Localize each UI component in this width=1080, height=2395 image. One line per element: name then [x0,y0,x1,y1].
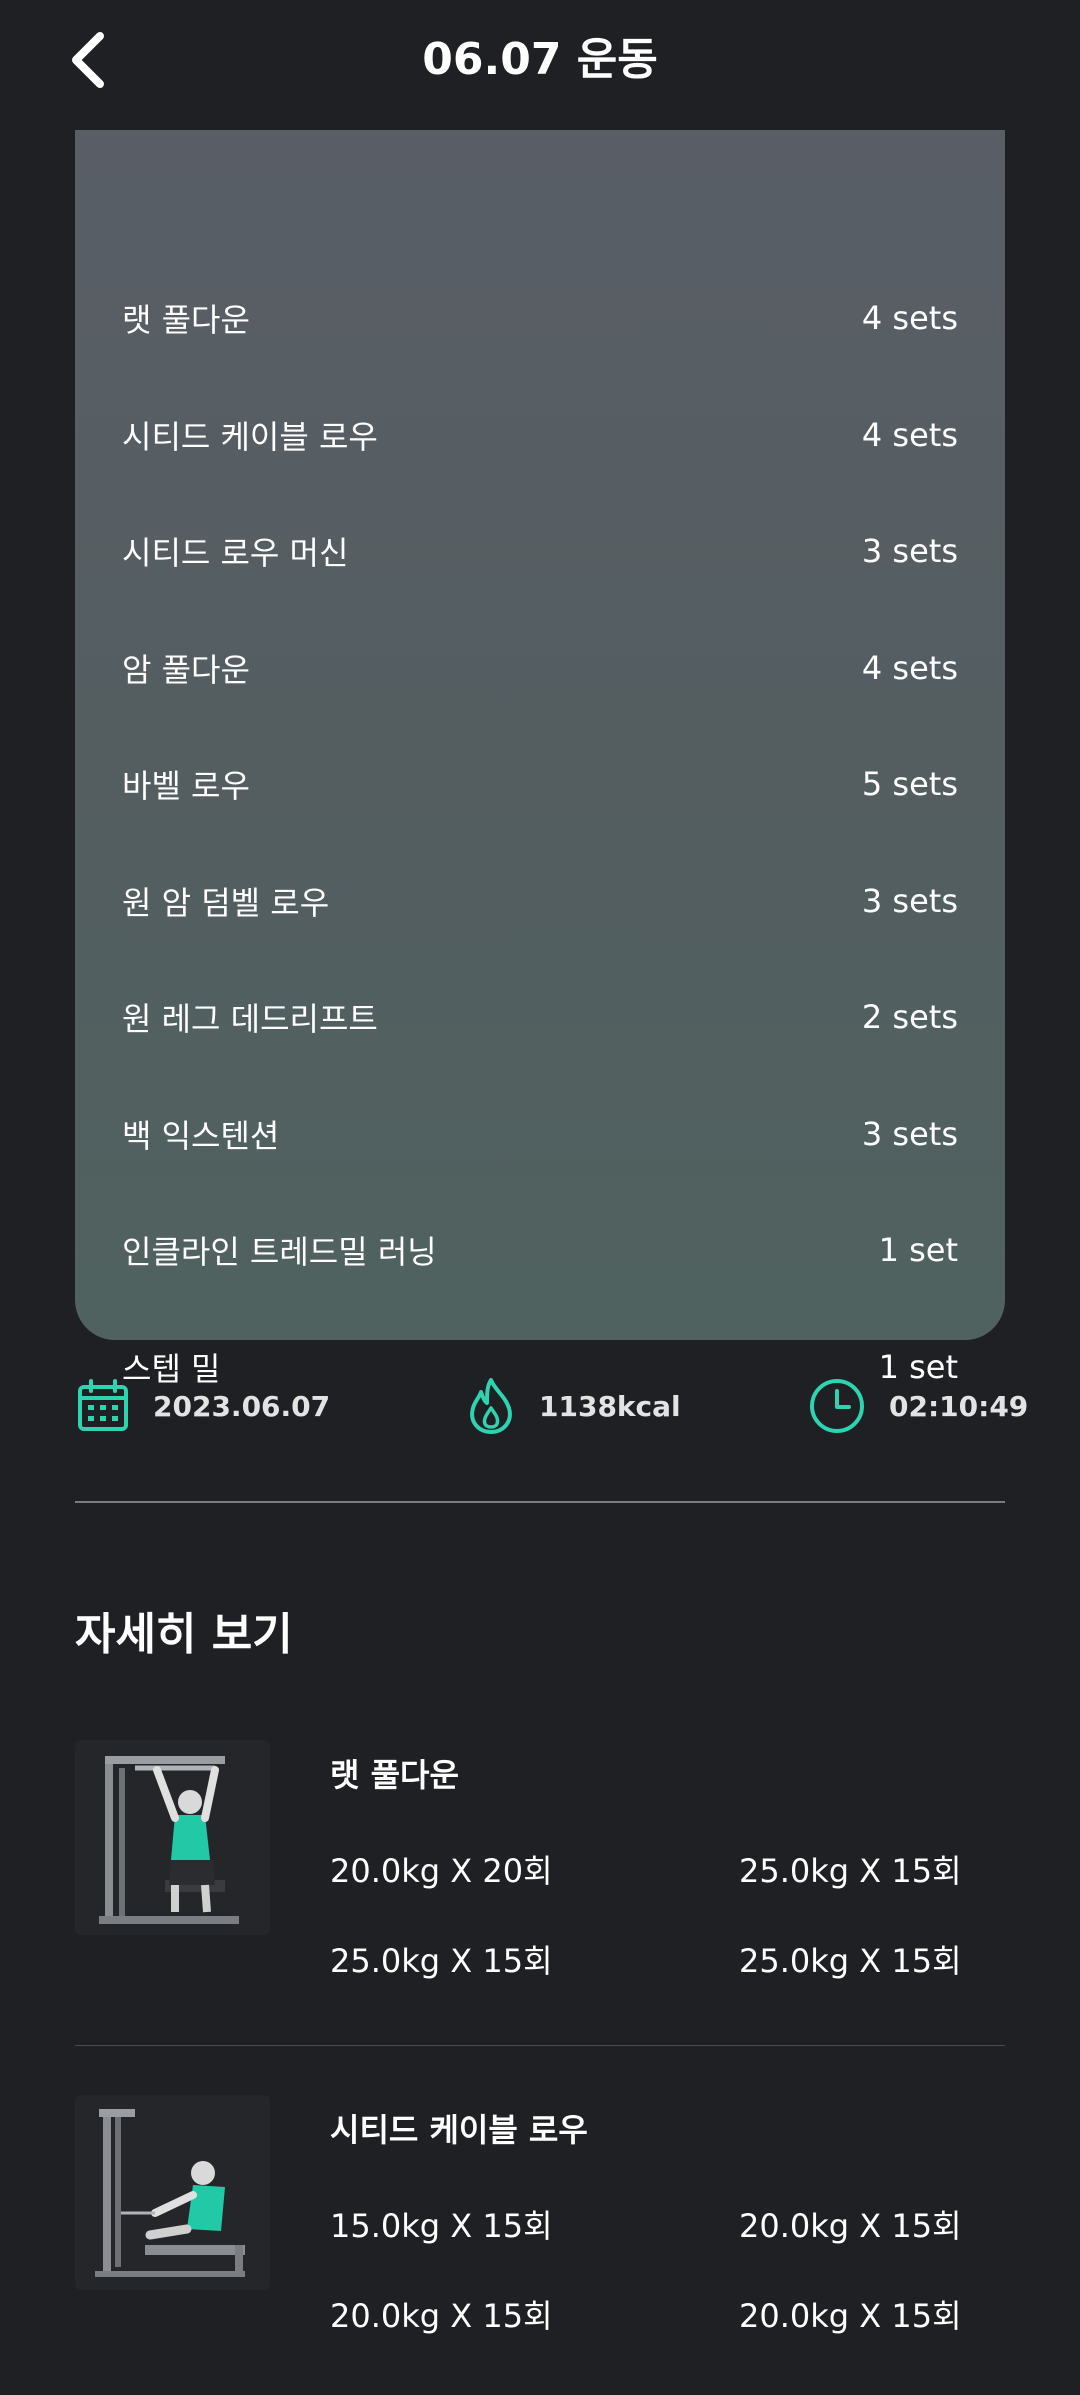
summary-row[interactable]: 백 익스텐션 3 sets [122,1104,958,1164]
exercise-summary-card: 랫 풀다운 4 sets 시티드 케이블 로우 4 sets 시티드 로우 머신… [75,130,1005,1388]
exercise-name: 랫 풀다운 [330,1756,459,1794]
flame-icon [470,1378,512,1434]
exercise-thumbnail [75,1740,270,1935]
calorie-stat: 1138kcal [465,1370,681,1442]
details-section-title: 자세히 보기 [75,1609,293,1660]
exercise-sets: 3 sets [861,1115,958,1153]
summary-row[interactable]: 원 암 덤벨 로우 3 sets [122,871,958,931]
summary-row[interactable]: 암 풀다운 4 sets [122,638,958,698]
duration-stat: 02:10:49 [807,1370,1028,1442]
exercise-name: 암 풀다운 [122,651,250,689]
seated-cable-row-illustration [95,2109,245,2277]
workout-duration: 02:10:49 [889,1389,1029,1423]
exercise-sets: 4 sets [861,416,958,454]
set-record: 20.0kg X 15회 [739,2207,962,2245]
set-record: 20.0kg X 15회 [739,2297,962,2335]
exercise-name: 시티드 로우 머신 [122,534,349,572]
exercise-sets: 4 sets [861,299,958,337]
exercise-detail-item[interactable]: 랫 풀다운 20.0kg X 20회 25.0kg X 15회 25.0kg X… [75,1740,1005,2040]
exercise-sets: 4 sets [861,649,958,687]
exercise-sets: 3 sets [861,882,958,920]
summary-row[interactable]: 시티드 케이블 로우 4 sets [122,405,958,465]
exercise-name: 랫 풀다운 [122,301,250,339]
set-record: 25.0kg X 15회 [739,1852,962,1890]
exercise-sets: 3 sets [861,532,958,570]
exercise-name: 시티드 케이블 로우 [330,2111,588,2149]
summary-row[interactable]: 원 레그 데드리프트 2 sets [122,987,958,1047]
exercise-name: 원 암 덤벨 로우 [122,884,330,922]
exercise-name: 원 레그 데드리프트 [122,1000,378,1038]
date-stat: 2023.06.07 [75,1370,330,1442]
page-title: 06.07 운동 [422,34,658,85]
exercise-name: 시티드 케이블 로우 [122,418,378,456]
app-header: 06.07 운동 [0,0,1080,120]
exercise-sets: 2 sets [861,998,958,1036]
summary-row[interactable]: 시티드 로우 머신 3 sets [122,521,958,581]
set-record: 20.0kg X 20회 [330,1852,553,1890]
set-record: 15.0kg X 15회 [330,2207,553,2245]
workout-calories: 1138kcal [539,1389,681,1423]
workout-stats: 2023.06.07 1138kcal 02:10:49 [75,1370,1028,1442]
clock-icon [810,1379,864,1433]
set-record: 25.0kg X 15회 [330,1942,553,1980]
workout-date: 2023.06.07 [153,1389,331,1423]
item-divider [75,2045,1005,2046]
section-divider [75,1501,1005,1503]
set-record: 20.0kg X 15회 [330,2297,553,2335]
summary-row[interactable]: 랫 풀다운 4 sets [122,288,958,348]
calendar-icon [78,1379,128,1431]
exercise-name: 바벨 로우 [122,767,250,805]
summary-row[interactable]: 인클라인 트레드밀 러닝 1 set [122,1220,958,1280]
exercise-name: 백 익스텐션 [122,1117,280,1155]
exercise-sets: 1 set [878,1231,958,1269]
exercise-name: 인클라인 트레드밀 러닝 [122,1233,437,1271]
lat-pulldown-illustration [99,1756,239,1924]
summary-row[interactable]: 바벨 로우 5 sets [122,754,958,814]
exercise-sets: 5 sets [861,765,958,803]
set-record: 25.0kg X 15회 [739,1942,962,1980]
exercise-thumbnail [75,2095,270,2290]
exercise-detail-item[interactable]: 시티드 케이블 로우 15.0kg X 15회 20.0kg X 15회 20.… [75,2095,1005,2395]
